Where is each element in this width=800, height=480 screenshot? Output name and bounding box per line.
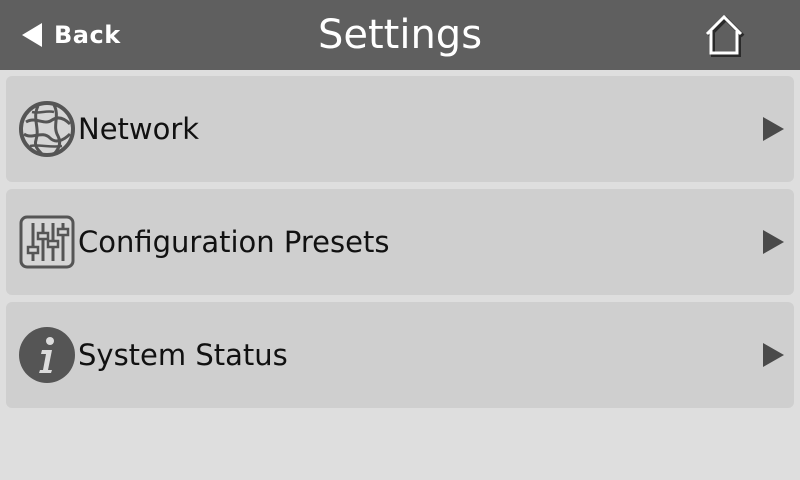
sliders-icon — [19, 215, 75, 269]
chevron-right-icon — [763, 343, 784, 367]
menu-item-label: System Status — [78, 338, 288, 372]
menu-item-configuration-presets[interactable]: Configuration Presets — [6, 189, 794, 295]
menu-item-label: Configuration Presets — [78, 225, 390, 259]
back-arrow-icon — [22, 23, 42, 47]
home-button[interactable] — [698, 10, 750, 60]
header-bar: Back Settings — [0, 0, 800, 70]
back-button[interactable]: Back — [22, 17, 121, 53]
menu-item-network[interactable]: Network — [6, 76, 794, 182]
back-label: Back — [54, 21, 121, 49]
globe-icon — [19, 101, 75, 157]
menu-item-label: Network — [78, 112, 200, 146]
home-icon — [705, 14, 745, 57]
menu-item-system-status[interactable]: System Status — [6, 302, 794, 408]
chevron-right-icon — [763, 230, 784, 254]
chevron-right-icon — [763, 117, 784, 141]
settings-menu: Network Configuration Presets System Sta… — [6, 76, 794, 415]
info-icon — [19, 327, 75, 383]
